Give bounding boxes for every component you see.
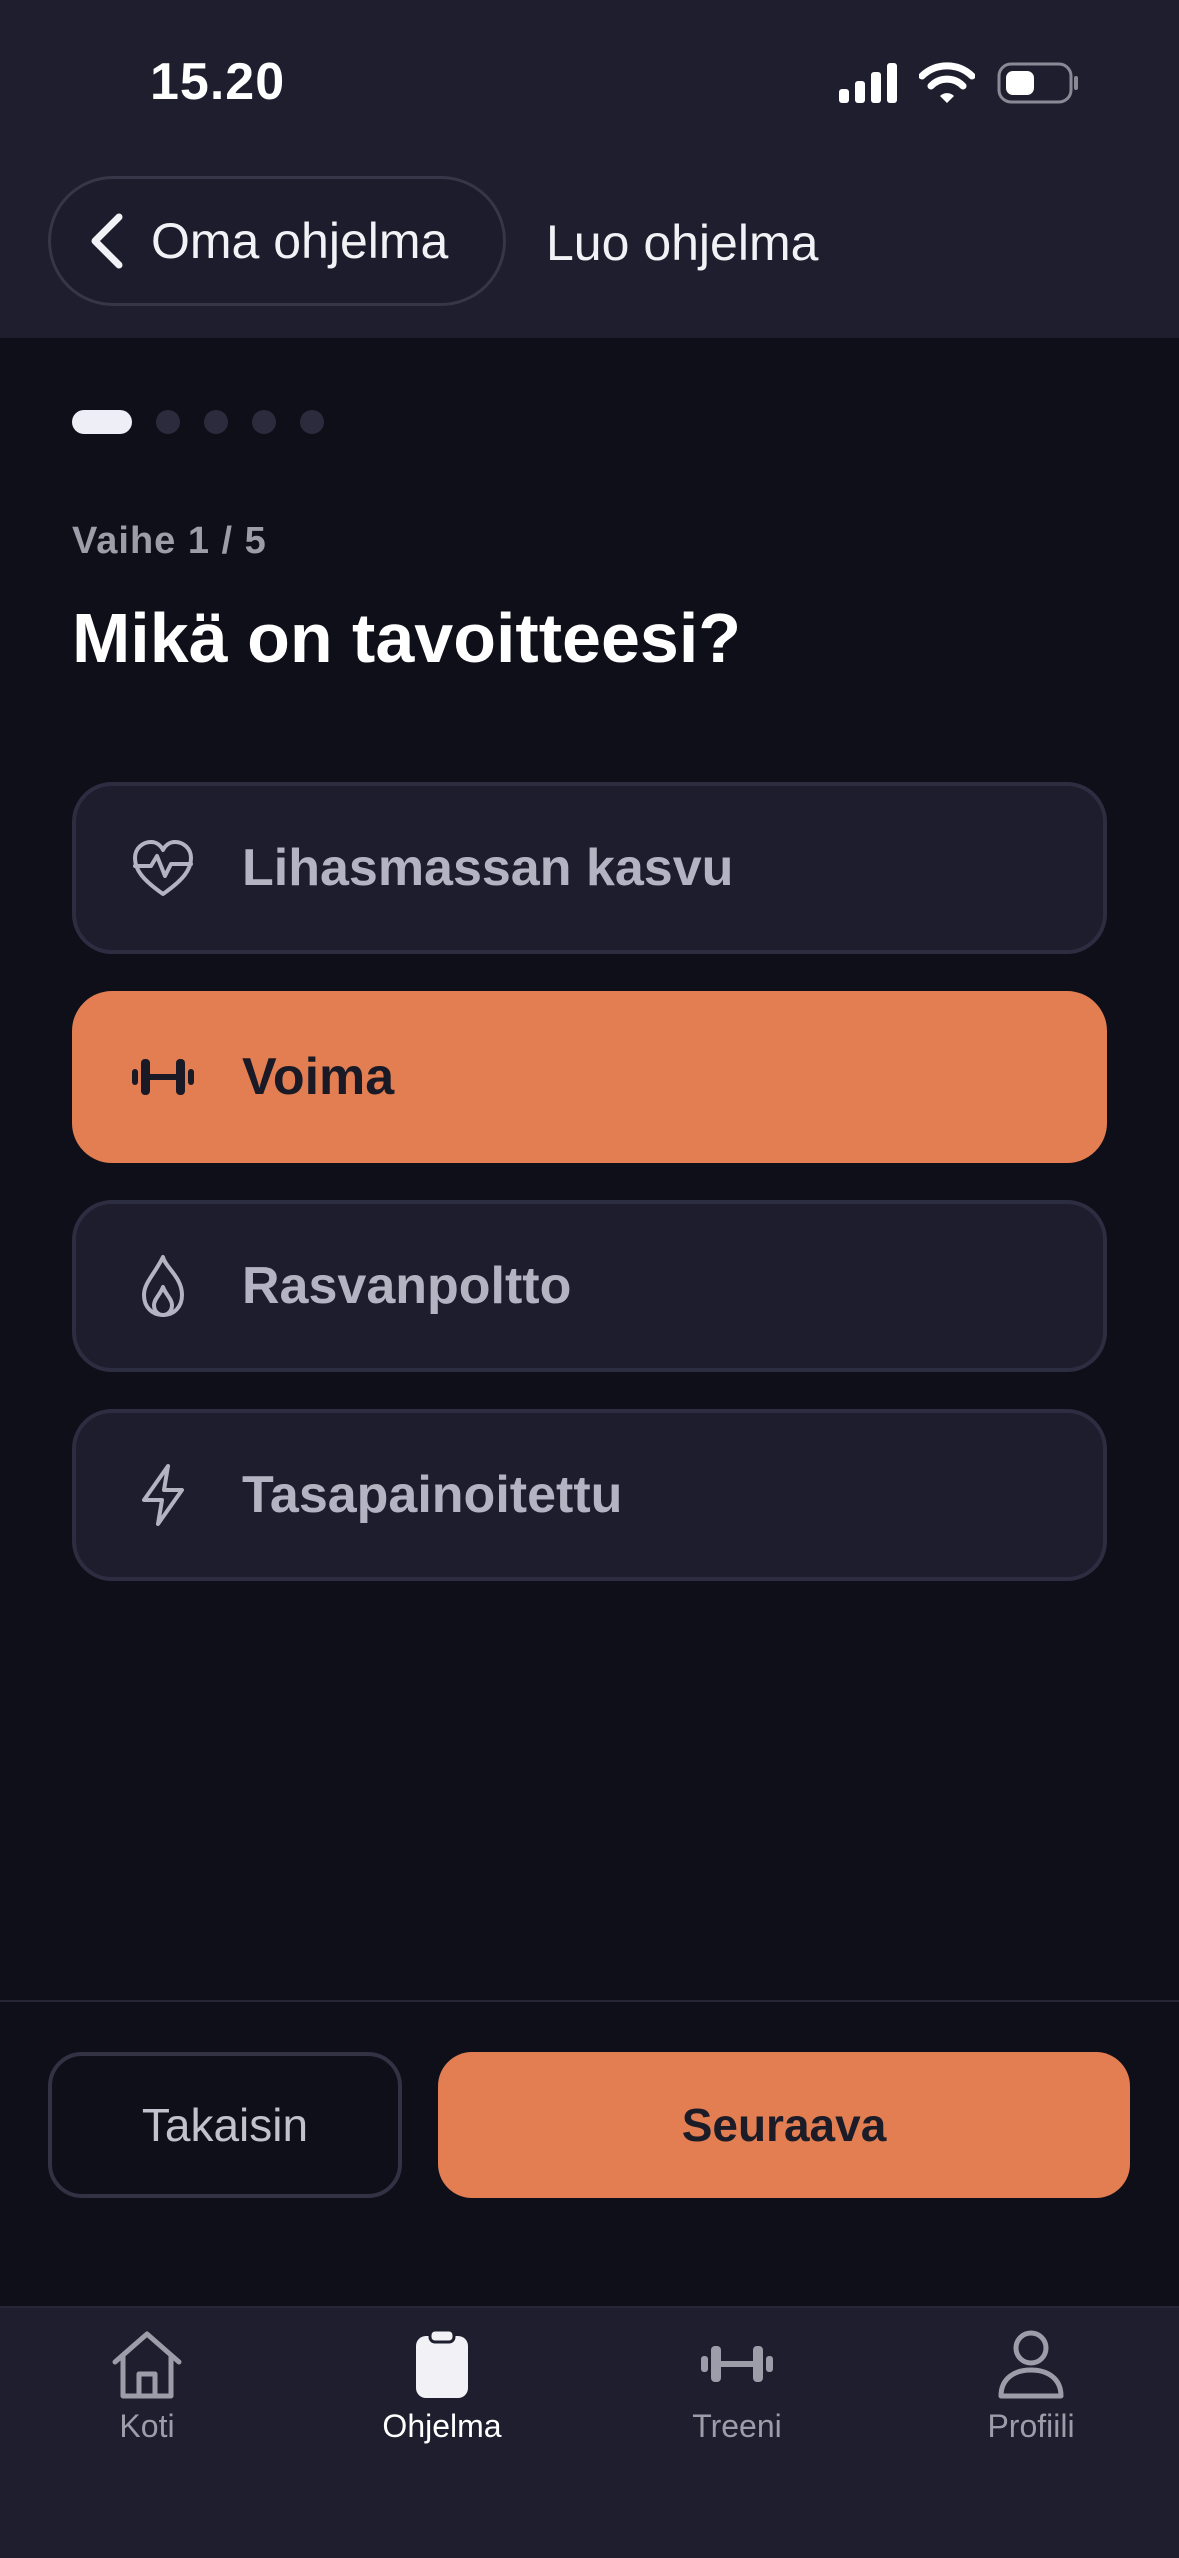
tab-label: Treeni: [692, 2408, 782, 2444]
tab-ohjelma[interactable]: Ohjelma: [342, 2328, 542, 2445]
step-label: Vaihe 1 / 5: [72, 520, 267, 562]
option-lihasmassan-kasvu[interactable]: Lihasmassan kasvu: [72, 782, 1107, 954]
home-icon: [112, 2331, 182, 2399]
back-button-label: Oma ohjelma: [151, 213, 449, 269]
option-rasvanpoltto[interactable]: Rasvanpoltto: [72, 1200, 1107, 1372]
option-label: Lihasmassan kasvu: [242, 839, 734, 897]
tab-treeni[interactable]: Treeni: [637, 2328, 837, 2445]
clipboard-icon: [416, 2328, 468, 2398]
step-progress-dots: [72, 410, 324, 434]
tab-bar: Koti Ohjelma Treeni Profiili: [0, 2306, 1179, 2558]
dumbbell-icon: [128, 1042, 198, 1112]
progress-dot: [252, 410, 276, 434]
option-voima[interactable]: Voima: [72, 991, 1107, 1163]
progress-dot: [204, 410, 228, 434]
page-title: Luo ohjelma: [546, 215, 819, 271]
back-button[interactable]: Takaisin: [48, 2052, 402, 2198]
tab-label: Koti: [119, 2408, 175, 2444]
battery-icon: [997, 62, 1078, 104]
progress-dot: [156, 410, 180, 434]
tab-profiili[interactable]: Profiili: [931, 2328, 1131, 2445]
dumbbell-icon: [701, 2346, 773, 2382]
question-heading: Mikä on tavoitteesi?: [72, 599, 742, 677]
status-icons: [839, 62, 1079, 104]
flame-icon: [128, 1251, 198, 1321]
option-tasapainoitettu[interactable]: Tasapainoitettu: [72, 1409, 1107, 1581]
back-to-program-button[interactable]: Oma ohjelma: [48, 176, 506, 306]
option-label: Rasvanpoltto: [242, 1257, 572, 1315]
tab-koti[interactable]: Koti: [47, 2328, 247, 2445]
progress-dot-active: [72, 410, 132, 434]
tab-label: Profiili: [987, 2408, 1075, 2444]
option-label: Voima: [242, 1048, 395, 1106]
wifi-icon: [919, 62, 975, 103]
option-label: Tasapainoitettu: [242, 1466, 623, 1524]
user-icon: [998, 2330, 1064, 2399]
progress-dot: [300, 410, 324, 434]
chevron-left-icon: [91, 213, 123, 269]
heart-pulse-icon: [128, 833, 198, 903]
signal-icon: [839, 63, 897, 103]
goal-options: Lihasmassan kasvu Voima Rasvanpoltto Tas…: [72, 782, 1107, 1618]
top-header: 15.20 Oma ohjelma Luo ohjelma: [0, 0, 1179, 338]
status-time: 15.20: [150, 53, 286, 111]
footer-divider: [0, 2000, 1179, 2002]
lightning-icon: [128, 1460, 198, 1530]
tab-label: Ohjelma: [382, 2408, 502, 2444]
next-button[interactable]: Seuraava: [438, 2052, 1130, 2198]
